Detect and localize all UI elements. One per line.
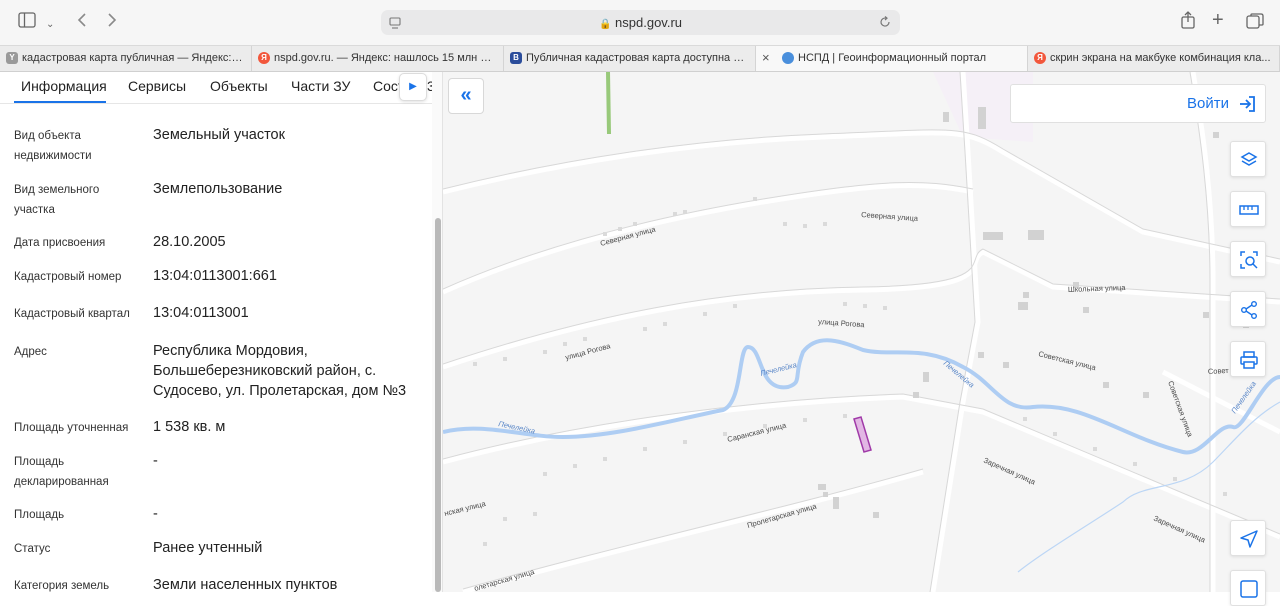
chevron-down-icon[interactable]: ⌄ [46, 15, 54, 35]
browser-toolbar: ⌄ 🔒 nspd.gov.ru + [0, 0, 1280, 45]
area-search-button[interactable] [1230, 241, 1266, 277]
field-value: - [153, 453, 158, 469]
street-label: олетарская улица [473, 567, 536, 592]
login-label: Войти [1187, 95, 1229, 112]
sidebar-toggle-icon[interactable] [18, 12, 36, 34]
street-label: Советская улица [1038, 349, 1098, 372]
browser-tab[interactable]: Y кадастровая карта публичная — Яндекс: … [0, 46, 252, 71]
map-green-strip [606, 72, 611, 135]
site-favicon-icon: B [510, 52, 522, 64]
address-bar[interactable]: 🔒 nspd.gov.ru [381, 10, 900, 35]
browser-tab-label: кадастровая карта публичная — Яндекс: н.… [22, 52, 250, 64]
map-canvas[interactable]: Северная улица Северная улица Школьная у… [443, 72, 1280, 592]
panel-scrollbar-thumb[interactable] [435, 218, 441, 592]
street-label: Совет [1208, 366, 1230, 376]
yandex-favicon-icon: Y [6, 52, 18, 64]
street-label: Северная улица [861, 210, 919, 223]
my-location-button[interactable] [1230, 520, 1266, 556]
browser-tab-label: Публичная кадастровая карта доступна н..… [526, 52, 749, 64]
new-tab-icon[interactable]: + [1212, 10, 1224, 30]
share-icon[interactable] [1180, 11, 1196, 35]
share-map-button[interactable] [1230, 291, 1266, 327]
tab-overview-icon[interactable] [1246, 13, 1264, 35]
measure-button[interactable] [1230, 191, 1266, 227]
field-label: Площадь декларированная [14, 456, 109, 488]
browser-tab-label: скрин экрана на макбуке комбинация кла..… [1050, 52, 1271, 64]
info-panel: Информация Сервисы Объекты Части ЗУ Сост… [0, 72, 443, 592]
browser-tab-label: НСПД | Геоинформационный портал [798, 52, 987, 64]
river-label: Печелейка [759, 360, 797, 378]
field-label: Вид объекта недвижимости [14, 130, 92, 162]
yandex-favicon-icon: Я [1034, 52, 1046, 64]
field-label: Площадь уточненная [14, 422, 129, 434]
field-label: Дата присвоения [14, 237, 106, 249]
tab-parts[interactable]: Части ЗУ [291, 78, 350, 94]
panel-tabs: Информация Сервисы Объекты Части ЗУ Сост… [0, 72, 435, 104]
browser-tab-label: nspd.gov.ru. — Яндекс: нашлось 15 млн ре… [274, 52, 502, 64]
layers-button[interactable] [1230, 141, 1266, 177]
field-value: Земли населенных пунктов [153, 577, 338, 592]
forward-icon[interactable] [106, 12, 118, 34]
tab-services[interactable]: Сервисы [128, 78, 186, 94]
street-label: улица Рогова [818, 317, 866, 329]
selected-parcel[interactable] [853, 416, 872, 453]
map-roads [443, 72, 1280, 592]
field-label: Адрес [14, 346, 47, 358]
url-text: 🔒 nspd.gov.ru [598, 15, 683, 30]
close-tab-icon[interactable]: × [762, 50, 770, 65]
tab-info[interactable]: Информация [21, 78, 107, 94]
field-label: Статус [14, 543, 51, 555]
street-label: нская улица [443, 499, 487, 518]
field-value: 13:04:0113001 [153, 305, 249, 321]
field-label: Вид земельного участка [14, 184, 100, 216]
browser-tab-active[interactable]: × НСПД | Геоинформационный портал [756, 46, 1028, 71]
tab-bar: Y кадастровая карта публичная — Яндекс: … [0, 45, 1280, 72]
field-value: - [153, 506, 158, 522]
lock-icon: 🔒 [598, 19, 612, 30]
tabs-scroll-right-icon[interactable]: ▶ [399, 73, 427, 101]
field-value: Ранее учтенный [153, 540, 263, 556]
print-button[interactable] [1230, 341, 1266, 377]
street-label: Заречная улица [1152, 514, 1207, 545]
field-label: Категория земель [14, 580, 110, 592]
address-value: Республика Мордовия, Большеберезниковски… [153, 343, 407, 399]
field-value: 28.10.2005 [153, 234, 226, 250]
collapse-panel-button[interactable]: « [448, 78, 484, 114]
back-icon[interactable] [76, 12, 88, 34]
map-layer: Северная улица Северная улица Школьная у… [443, 72, 1280, 592]
tab-objects[interactable]: Объекты [210, 78, 268, 94]
field-value: 1 538 кв. м [153, 419, 226, 435]
login-icon [1237, 94, 1257, 119]
street-label: улица Рогова [564, 341, 612, 362]
yandex-favicon-icon: Я [258, 52, 270, 64]
login-button[interactable]: Войти [1010, 84, 1266, 123]
field-label: Кадастровый квартал [14, 308, 130, 320]
field-label: Кадастровый номер [14, 271, 122, 283]
field-label: Площадь [14, 509, 65, 521]
nspd-favicon-icon [782, 52, 794, 64]
double-chevron-left-icon: « [460, 84, 472, 106]
active-tab-indicator [14, 101, 106, 103]
river-label: Печелейка [1229, 379, 1258, 415]
reload-icon[interactable] [878, 15, 892, 34]
browser-tab[interactable]: Я nspd.gov.ru. — Яндекс: нашлось 15 млн … [252, 46, 504, 71]
field-value: Землепользование [153, 181, 283, 197]
street-label: Саранская улица [726, 420, 787, 444]
field-value: 13:04:0113001:661 [153, 268, 277, 284]
field-value: Земельный участок [153, 127, 285, 143]
browser-tab[interactable]: Я скрин экрана на макбуке комбинация кла… [1028, 46, 1280, 71]
browser-tab[interactable]: B Публичная кадастровая карта доступна н… [504, 46, 756, 71]
street-label: Заречная улица [982, 456, 1037, 487]
legend-button[interactable] [1230, 570, 1266, 606]
